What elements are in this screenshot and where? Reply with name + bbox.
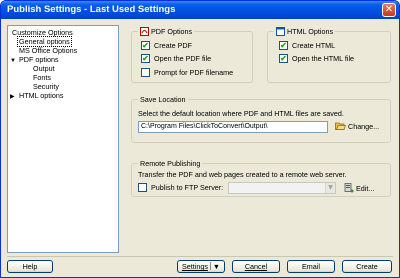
html-options-group: HTML Options ✔ Create HTML ✔ Open the HT… — [267, 27, 391, 83]
remote-publishing-title: Remote Publishing — [140, 159, 201, 168]
publish-ftp-label: Publish to FTP Server: — [151, 183, 224, 192]
prompt-filename-label: Prompt for PDF filename — [154, 68, 234, 77]
settings-button[interactable]: Settings ▼ — [177, 260, 225, 273]
tree-item-ms-office-options[interactable]: MS Office Options — [18, 46, 78, 55]
publish-ftp-checkbox-row[interactable]: Publish to FTP Server: — [138, 183, 223, 192]
tree-item-label: PDF options — [19, 55, 59, 64]
edit-label: Edit... — [356, 183, 375, 193]
ftp-server-select[interactable]: ▼ — [228, 182, 336, 194]
open-pdf-checkbox[interactable]: ✔ — [141, 54, 150, 63]
server-icon — [344, 183, 354, 193]
remote-publishing-description: Transfer the PDF and web pages created t… — [138, 170, 347, 179]
help-label: Help — [22, 262, 38, 271]
change-label: Change... — [348, 121, 380, 131]
settings-separator — [209, 262, 211, 270]
open-pdf-checkbox-row[interactable]: ✔ Open the PDF file — [141, 54, 211, 63]
pdf-icon — [140, 27, 149, 36]
help-button[interactable]: Help — [7, 260, 53, 273]
tree-item-label: General options — [17, 36, 72, 47]
create-pdf-label: Create PDF — [154, 41, 192, 50]
open-pdf-label: Open the PDF file — [154, 54, 212, 63]
save-location-group: Save Location Select the default locatio… — [131, 95, 391, 143]
create-html-checkbox[interactable]: ✔ — [279, 41, 288, 50]
tree-item-label: Output — [33, 64, 55, 73]
tree-item-label: Fonts — [33, 73, 51, 82]
create-pdf-checkbox-row[interactable]: ✔ Create PDF — [141, 41, 192, 50]
tree-item-output[interactable]: Output — [32, 64, 56, 73]
window-title: Publish Settings - Last Used Settings — [7, 4, 176, 15]
prompt-filename-checkbox-row[interactable]: Prompt for PDF filename — [141, 68, 233, 77]
save-location-group-label: Save Location — [138, 95, 188, 104]
cancel-button[interactable]: Cancel — [232, 260, 280, 273]
create-label: Create — [356, 262, 378, 271]
close-icon: ✕ — [384, 4, 394, 15]
collapsed-arrow-icon[interactable]: ▶ — [10, 93, 16, 102]
save-location-title: Save Location — [140, 95, 186, 104]
create-html-checkbox-row[interactable]: ✔ Create HTML — [279, 41, 335, 50]
footer-divider — [7, 256, 393, 257]
close-button[interactable]: ✕ — [382, 3, 396, 17]
create-button[interactable]: Create — [342, 260, 392, 273]
tree-item-fonts[interactable]: Fonts — [32, 73, 52, 82]
dropdown-arrow-icon[interactable]: ▼ — [325, 183, 335, 193]
tree-item-security[interactable]: Security — [32, 82, 60, 91]
settings-dropdown-icon[interactable]: ▼ — [213, 262, 220, 271]
open-html-checkbox[interactable]: ✔ — [279, 54, 288, 63]
pdf-options-group-label: PDF Options — [138, 27, 195, 36]
expanded-arrow-icon[interactable]: ▼ — [10, 57, 16, 66]
html-options-group-label: HTML Options — [274, 27, 336, 36]
prompt-filename-checkbox[interactable] — [141, 68, 150, 77]
save-location-description: Select the default location where PDF an… — [138, 109, 344, 118]
save-path-field[interactable]: C:\Program Files\ClickToConvert\Output\ — [138, 121, 328, 133]
open-html-label: Open the HTML file — [292, 54, 355, 63]
tree-header-customize-options: Customize Options — [11, 28, 74, 37]
email-label: Email — [302, 262, 320, 271]
tree-item-pdf-options[interactable]: ▼ PDF options — [10, 55, 60, 64]
edit-ftp-button[interactable]: Edit... — [344, 183, 374, 193]
cancel-label: Cancel — [244, 262, 268, 271]
options-tree[interactable]: Customize Options General options MS Off… — [7, 25, 119, 253]
tree-item-html-options[interactable]: ▶ HTML options — [10, 91, 64, 100]
publish-ftp-checkbox[interactable] — [138, 183, 147, 192]
tree-item-label: Security — [33, 82, 59, 91]
settings-label: Settings — [181, 262, 208, 271]
tree-item-label: HTML options — [19, 91, 64, 100]
html-options-title: HTML Options — [287, 27, 334, 36]
tree-item-label: Customize Options — [12, 28, 73, 37]
change-location-button[interactable]: Change... — [335, 121, 379, 131]
tree-item-general-options[interactable]: General options — [17, 36, 72, 47]
pdf-options-title: PDF Options — [151, 27, 193, 36]
publish-settings-window: Publish Settings - Last Used Settings ✕ … — [0, 0, 400, 278]
remote-publishing-group: Remote Publishing Transfer the PDF and w… — [131, 159, 391, 197]
tree-item-label: MS Office Options — [19, 46, 78, 55]
open-html-checkbox-row[interactable]: ✔ Open the HTML file — [279, 54, 354, 63]
title-bar[interactable]: Publish Settings - Last Used Settings ✕ — [1, 1, 399, 19]
email-button[interactable]: Email — [287, 260, 335, 273]
html-icon — [276, 27, 285, 36]
pdf-options-group: PDF Options ✔ Create PDF ✔ Open the PDF … — [131, 27, 253, 83]
remote-publishing-group-label: Remote Publishing — [138, 159, 203, 168]
create-html-label: Create HTML — [292, 41, 336, 50]
create-pdf-checkbox[interactable]: ✔ — [141, 41, 150, 50]
folder-open-icon — [335, 122, 346, 130]
